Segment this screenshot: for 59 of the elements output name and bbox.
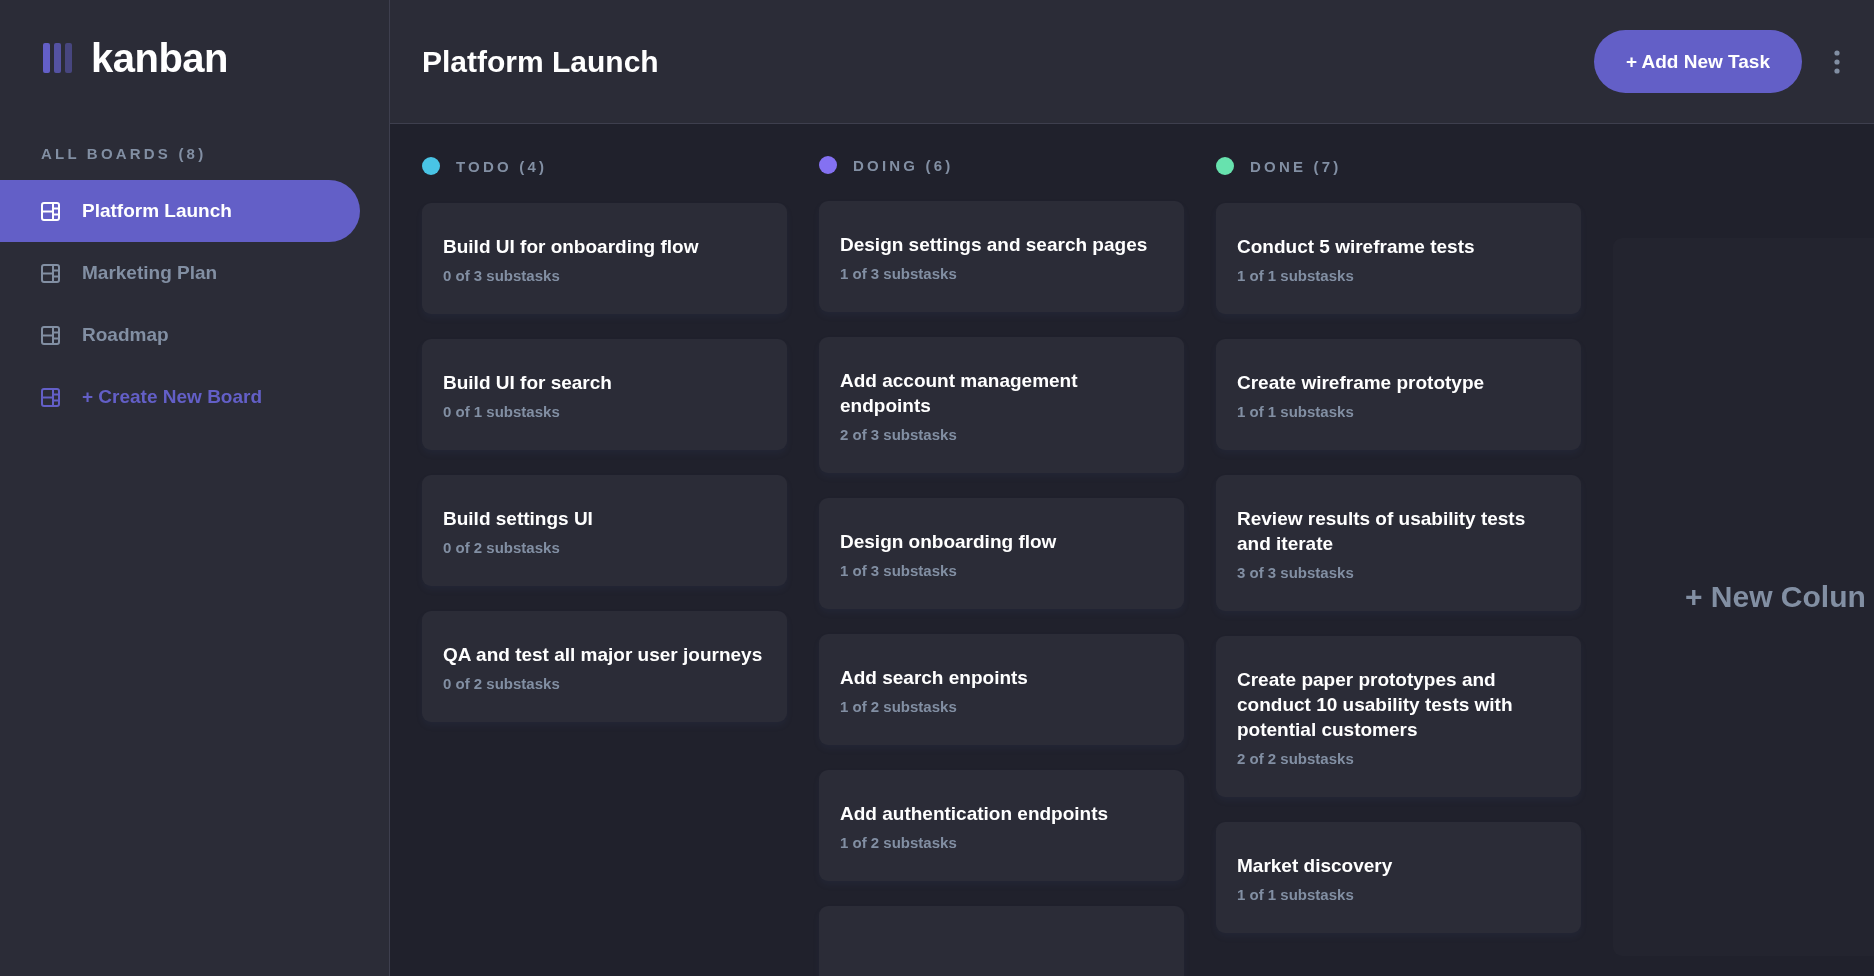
task-title: Market discovery xyxy=(1237,854,1394,878)
task-card[interactable]: Conduct 5 wireframe tests 1 of 1 substasks xyxy=(1216,203,1581,314)
task-title: Add account management endpoints xyxy=(840,369,1079,418)
subtask-count: 1 of 2 substasks xyxy=(840,698,958,715)
task-card[interactable]: QA and test all major user journeys 0 of 2 substasks xyxy=(422,611,787,722)
task-title: Review results of usability tests and iterate xyxy=(1237,507,1527,556)
subtask-count: 2 of 3 substasks xyxy=(840,426,958,443)
task-card[interactable]: Review results of usability tests and iterate 3 of 3 substasks xyxy=(1216,475,1581,611)
board-item[interactable]: Roadmap xyxy=(0,304,360,366)
logo-icon xyxy=(43,43,73,73)
subtask-count: 0 of 2 substasks xyxy=(443,539,561,556)
task-title: QA and test all major user journeys xyxy=(443,643,764,667)
task-title: Build UI for onboarding flow xyxy=(443,235,700,259)
task-card[interactable]: Build UI for onboarding flow 0 of 3 substasks xyxy=(422,203,787,314)
task-title: Create wireframe prototype xyxy=(1237,371,1486,395)
column-heading: DONE (7) xyxy=(1250,157,1342,175)
subtask-count: 1 of 1 substasks xyxy=(1237,886,1355,903)
task-title: Create paper prototypes and conduct 10 usability tests with potential customers xyxy=(1237,668,1514,742)
board-item[interactable]: Platform Launch xyxy=(0,180,360,242)
board-item[interactable]: Marketing Plan xyxy=(0,242,360,304)
subtask-count: 2 of 2 substasks xyxy=(1237,750,1355,767)
task-card[interactable]: Design onboarding flow 1 of 3 substasks xyxy=(819,498,1184,609)
board-icon xyxy=(41,201,60,221)
board-icon xyxy=(41,263,60,283)
board-icon xyxy=(41,387,60,407)
task-title: Build settings UI xyxy=(443,507,594,531)
task-card[interactable]: Add account management endpoints 2 of 3 substasks xyxy=(819,337,1184,473)
column-heading: TODO (4) xyxy=(456,157,548,175)
task-title: Design settings and search pages xyxy=(840,233,1149,257)
task-card[interactable]: Create wireframe prototype 1 of 1 substasks xyxy=(1216,339,1581,450)
add-task-button[interactable]: + Add New Task xyxy=(1593,30,1802,93)
subtask-count: 1 of 2 substasks xyxy=(840,834,958,851)
task-card[interactable]: Build UI for search 0 of 1 substasks xyxy=(422,339,787,450)
task-title: Design onboarding flow xyxy=(840,530,1058,554)
task-card[interactable]: Add search enpoints 1 of 2 substasks xyxy=(819,634,1184,745)
task-card[interactable]: Market discovery 1 of 1 substasks xyxy=(1216,822,1581,933)
new-column-button[interactable]: + New Colun xyxy=(1685,580,1866,614)
more-options-icon[interactable] xyxy=(1834,49,1840,74)
task-card[interactable]: Design settings and search pages 1 of 3 substasks xyxy=(819,201,1184,312)
task-card[interactable]: Create paper prototypes and conduct 10 usability tests with potential customers 2 of 2 substasks xyxy=(1216,636,1581,797)
subtask-count: 1 of 1 substasks xyxy=(1237,403,1355,420)
board-icon xyxy=(41,325,60,345)
task-title: Add authentication endpoints xyxy=(840,802,1110,826)
subtask-count: 1 of 3 substasks xyxy=(840,562,958,579)
subtask-count: 0 of 3 substasks xyxy=(443,267,561,284)
subtask-count: 1 of 1 substasks xyxy=(1237,267,1355,284)
task-title: Add search enpoints xyxy=(840,666,1029,690)
subtask-count: 0 of 1 substasks xyxy=(443,403,561,420)
task-card[interactable]: Add authentication endpoints 1 of 2 substasks xyxy=(819,770,1184,881)
subtask-count: 0 of 2 substasks xyxy=(443,675,561,692)
column-heading: DOING (6) xyxy=(853,156,954,174)
boards-heading: ALL BOARDS (8) xyxy=(40,144,208,164)
subtask-count: 1 of 3 substasks xyxy=(840,265,958,282)
task-title: Conduct 5 wireframe tests xyxy=(1237,235,1476,259)
subtask-count: 3 of 3 substasks xyxy=(1237,564,1355,581)
logo-text: kanban xyxy=(91,35,229,81)
task-card[interactable]: Build settings UI 0 of 2 substasks xyxy=(422,475,787,586)
task-title: Build UI for search xyxy=(443,371,613,395)
board-title: Platform Launch xyxy=(422,44,660,79)
